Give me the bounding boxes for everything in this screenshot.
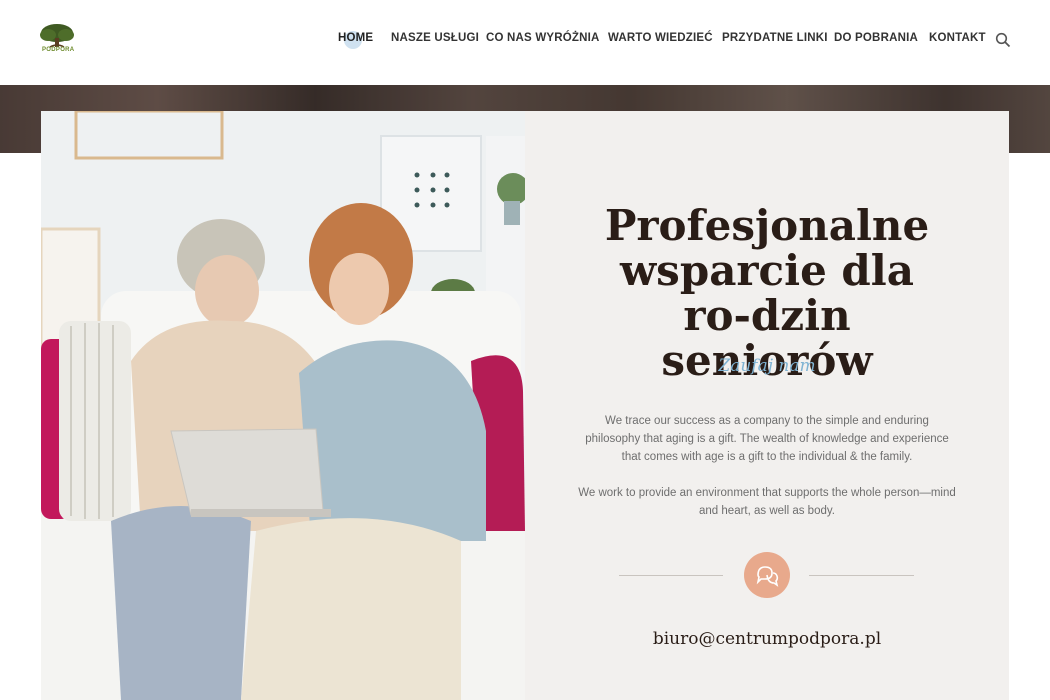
divider-right <box>809 575 914 576</box>
hero-content-panel: Profesjonalne wsparcie dla ro-dzin senio… <box>525 111 1009 700</box>
hero-photo-seniors-laptop <box>41 111 525 700</box>
nav-kontakt[interactable]: KONTAKT <box>929 32 986 44</box>
nav-co-nas-wyroznia[interactable]: CO NAS WYRÓŻNIA <box>486 32 600 44</box>
logo-text: PODPORA <box>42 47 75 53</box>
divider-left <box>619 575 723 576</box>
site-header: PODPORA HOME NASZE USŁUGI CO NAS WYRÓŻNI… <box>0 0 1050 85</box>
contact-email-link[interactable]: biuro@centrumpodpora.pl <box>525 629 1009 649</box>
chat-bubbles-icon <box>756 566 779 587</box>
nav-przydatne-linki[interactable]: PRZYDATNE LINKI <box>722 32 828 44</box>
nav-home[interactable]: HOME <box>338 32 373 44</box>
nav-do-pobrania[interactable]: DO POBRANIA <box>834 32 918 44</box>
hero-paragraph-1: We trace our success as a company to the… <box>585 415 949 463</box>
search-icon[interactable] <box>995 32 1011 48</box>
nav-nasze-uslugi[interactable]: NASZE USŁUGI <box>391 32 479 44</box>
hero-tagline: Zaufaj nam <box>718 356 816 376</box>
hero-paragraph-2: We work to provide an environment that s… <box>578 487 956 517</box>
contact-chat-button[interactable] <box>744 552 790 598</box>
nav-warto-wiedziec[interactable]: WARTO WIEDZIEĆ <box>608 32 713 44</box>
